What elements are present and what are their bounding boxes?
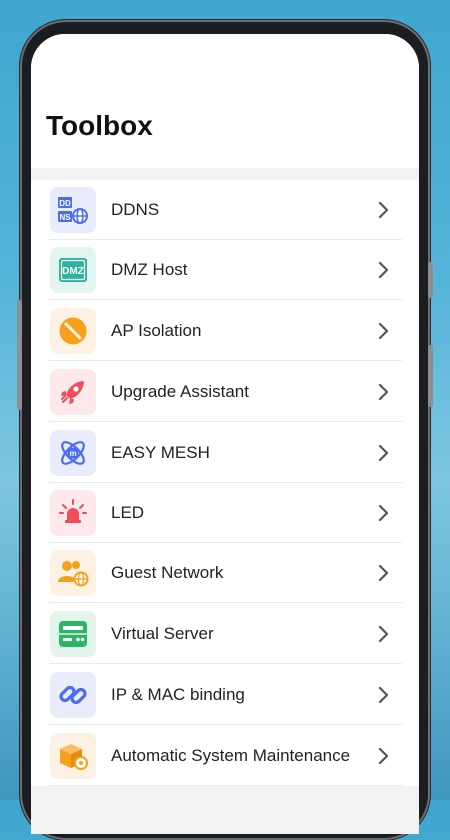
chevron-right-icon xyxy=(371,743,397,769)
ddns-icon: DD NS xyxy=(50,187,96,233)
ap-isolation-icon xyxy=(50,307,96,354)
toolbox-item-guest-network[interactable]: Guest Network xyxy=(31,543,419,603)
toolbox-item-label: LED xyxy=(111,503,145,522)
toolbox-item-easy-mesh[interactable]: m EASY MESH xyxy=(31,422,419,483)
link-icon xyxy=(50,671,96,718)
toolbox-item-label: DDNS xyxy=(111,200,160,219)
led-bulb-icon xyxy=(50,490,96,536)
rocket-icon xyxy=(50,368,96,415)
toolbox-item-label: EASY MESH xyxy=(111,442,210,462)
maintenance-box-icon xyxy=(50,732,96,779)
toolbox-item-automatic-system-maintenance[interactable]: Automatic System Maintenance xyxy=(31,725,419,786)
toolbox-item-virtual-server[interactable]: Virtual Server xyxy=(31,603,419,664)
chevron-right-icon xyxy=(371,560,397,586)
toolbox-item-dmz-host[interactable]: DMZ DMZ Host xyxy=(31,240,419,300)
app-screen: Toolbox DD NS DDNS DMZ DMZ Host AP Isola… xyxy=(31,34,419,834)
volume-down-button xyxy=(428,345,433,407)
toolbox-item-label: AP Isolation xyxy=(111,320,202,340)
guest-network-icon xyxy=(50,550,96,596)
svg-text:NS: NS xyxy=(59,213,71,222)
chevron-right-icon xyxy=(371,257,397,283)
toolbox-item-label: DMZ Host xyxy=(111,260,188,279)
header: Toolbox xyxy=(31,34,419,168)
chevron-right-icon xyxy=(371,197,397,223)
chevron-right-icon xyxy=(371,500,397,526)
toolbox-item-led[interactable]: LED xyxy=(31,483,419,543)
volume-up-button xyxy=(428,262,433,298)
mesh-icon: m xyxy=(50,429,96,476)
dmz-icon: DMZ xyxy=(50,247,96,293)
svg-text:m: m xyxy=(69,449,76,458)
toolbox-list: DD NS DDNS DMZ DMZ Host AP Isolation Upg… xyxy=(31,180,419,786)
toolbox-item-label: Automatic System Maintenance xyxy=(111,745,351,765)
toolbox-item-label: Virtual Server xyxy=(111,623,214,643)
chevron-right-icon xyxy=(371,440,397,466)
chevron-right-icon xyxy=(371,682,397,708)
virtual-server-icon xyxy=(50,610,96,657)
svg-text:DMZ: DMZ xyxy=(62,266,84,277)
side-button-left xyxy=(17,300,22,410)
chevron-right-icon xyxy=(371,318,397,344)
toolbox-item-label: IP & MAC binding xyxy=(111,684,245,704)
toolbox-item-ip-mac-binding[interactable]: IP & MAC binding xyxy=(31,664,419,725)
toolbox-item-label: Guest Network xyxy=(111,563,224,582)
page-title: Toolbox xyxy=(46,110,153,141)
toolbox-item-upgrade-assistant[interactable]: Upgrade Assistant xyxy=(31,361,419,422)
chevron-right-icon xyxy=(371,621,397,647)
toolbox-item-label: Upgrade Assistant xyxy=(111,381,249,401)
chevron-right-icon xyxy=(371,379,397,405)
toolbox-item-ddns[interactable]: DD NS DDNS xyxy=(31,180,419,240)
svg-text:DD: DD xyxy=(59,199,71,208)
toolbox-item-ap-isolation[interactable]: AP Isolation xyxy=(31,300,419,361)
